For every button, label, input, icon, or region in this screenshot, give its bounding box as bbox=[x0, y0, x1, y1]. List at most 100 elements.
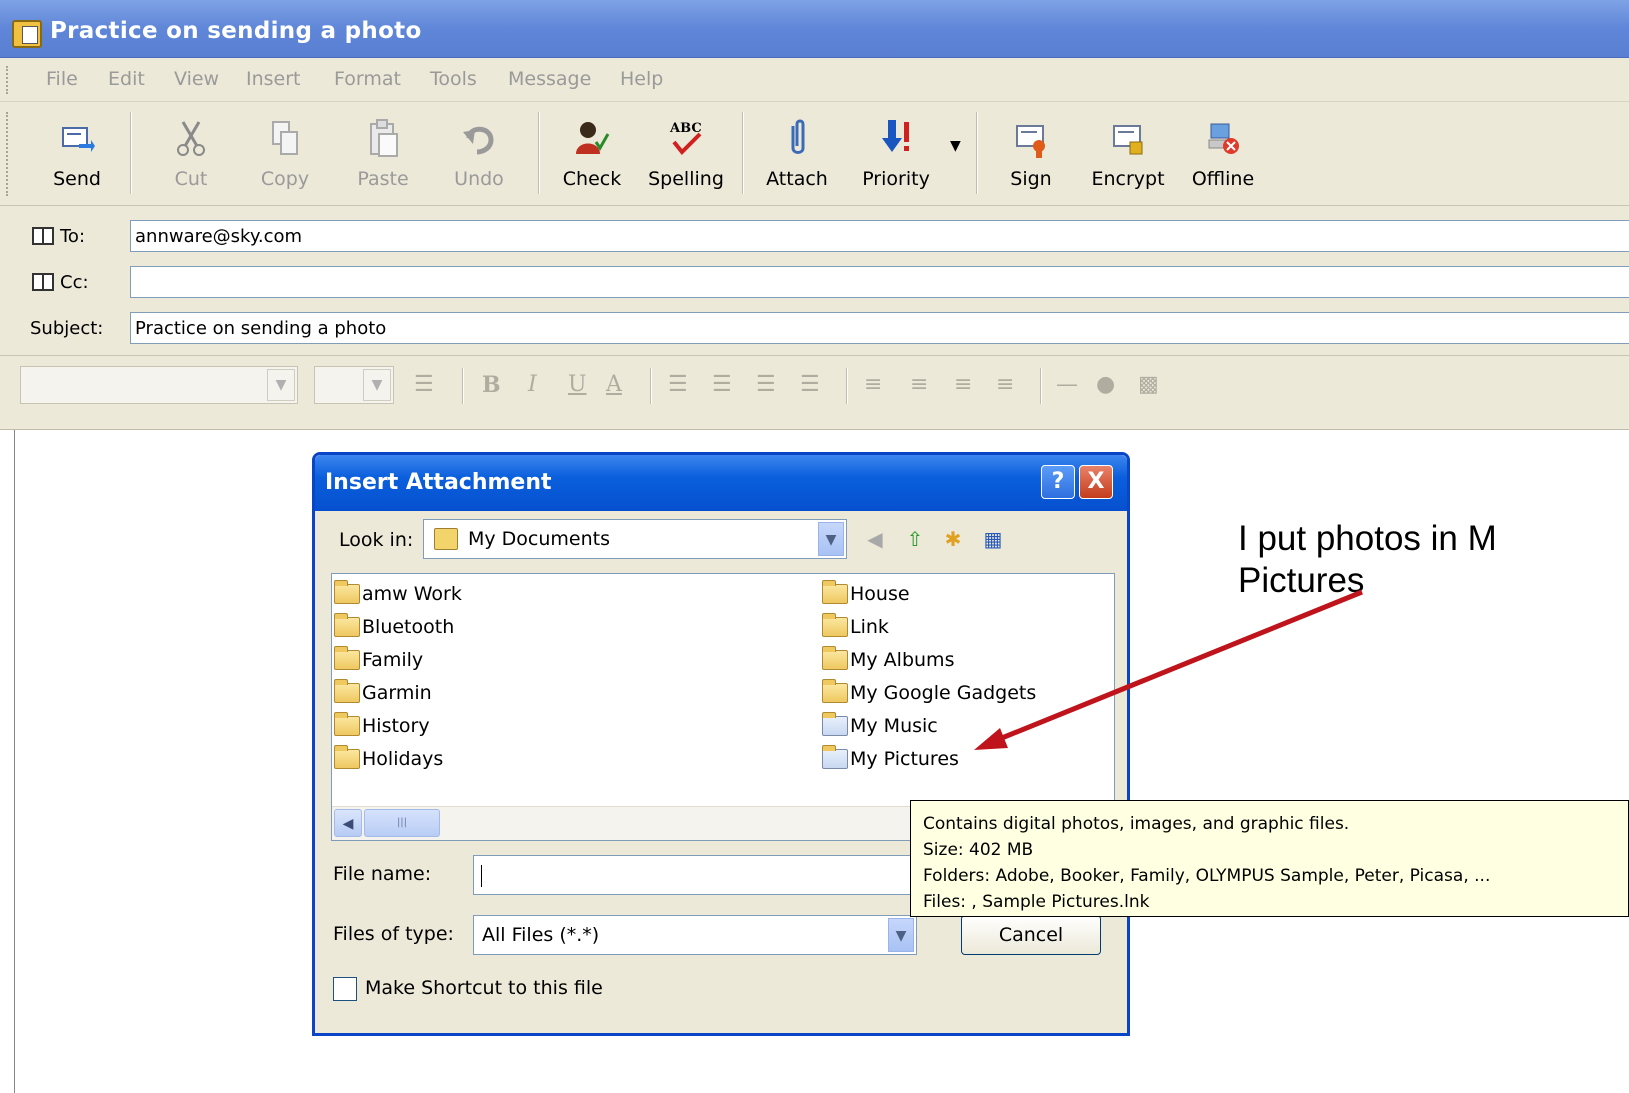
menu-bar: File Edit View Insert Format Tools Messa… bbox=[0, 58, 1629, 102]
check-button[interactable]: Check bbox=[556, 114, 628, 196]
folder-icon bbox=[434, 528, 458, 550]
make-shortcut-checkbox[interactable] bbox=[333, 977, 357, 1001]
make-shortcut-label: Make Shortcut to this file bbox=[365, 977, 603, 999]
copy-button[interactable]: Copy bbox=[250, 114, 320, 196]
list-item-label: Bluetooth bbox=[362, 616, 455, 638]
list-item[interactable]: My Music bbox=[822, 712, 938, 740]
increase-indent-icon[interactable]: ☰ bbox=[800, 372, 820, 397]
insert-attachment-dialog: Insert Attachment ? X Look in: My Docume… bbox=[312, 452, 1130, 1036]
text-cursor bbox=[481, 865, 482, 887]
folder-icon bbox=[334, 679, 360, 703]
cc-label-row[interactable]: Cc: bbox=[32, 272, 89, 293]
scrollbar-thumb[interactable]: ||| bbox=[364, 809, 440, 837]
numbered-list-icon[interactable]: ☰ bbox=[668, 372, 688, 397]
folder-icon bbox=[822, 580, 848, 604]
priority-dropdown-arrow[interactable]: ▼ bbox=[950, 138, 961, 154]
outlook-compose-window: Practice on sending a photo File Edit Vi… bbox=[0, 0, 1629, 1093]
tooltip-files: Files: , Sample Pictures.lnk bbox=[923, 892, 1150, 912]
list-item[interactable]: Family bbox=[334, 646, 423, 674]
hyperlink-icon[interactable]: ● bbox=[1096, 372, 1115, 397]
align-center-icon[interactable]: ≡ bbox=[910, 372, 928, 397]
close-button[interactable]: X bbox=[1079, 465, 1113, 499]
menu-file[interactable]: File bbox=[46, 68, 78, 90]
send-button[interactable]: Send bbox=[40, 114, 114, 196]
cancel-button[interactable]: Cancel bbox=[961, 915, 1101, 955]
underline-button[interactable]: U bbox=[568, 372, 587, 397]
list-item[interactable]: My Google Gadgets bbox=[822, 679, 1036, 707]
encrypt-button[interactable]: Encrypt bbox=[1088, 114, 1168, 196]
cut-button[interactable]: Cut bbox=[156, 114, 226, 196]
align-right-icon[interactable]: ≡ bbox=[954, 372, 972, 397]
insert-picture-icon[interactable]: ▩ bbox=[1138, 372, 1159, 397]
sign-button[interactable]: Sign bbox=[996, 114, 1066, 196]
menu-message[interactable]: Message bbox=[508, 68, 591, 90]
justify-icon[interactable]: ≡ bbox=[996, 372, 1014, 397]
list-item[interactable]: Garmin bbox=[334, 679, 432, 707]
copy-icon bbox=[272, 121, 298, 155]
list-item-label: amw Work bbox=[362, 583, 462, 605]
list-item[interactable]: Holidays bbox=[334, 745, 443, 773]
sign-icon bbox=[1016, 125, 1045, 158]
paperclip-icon bbox=[791, 119, 805, 154]
folder-icon bbox=[822, 613, 848, 637]
check-label: Check bbox=[562, 168, 622, 190]
encrypt-icon bbox=[1113, 125, 1143, 155]
list-item-label: Family bbox=[362, 649, 424, 671]
sign-label: Sign bbox=[1010, 168, 1052, 190]
view-menu-icon[interactable]: ▦ bbox=[979, 527, 1007, 553]
undo-icon bbox=[463, 126, 494, 155]
list-item-my-pictures[interactable]: My Pictures bbox=[822, 745, 959, 773]
list-item-label: My Pictures bbox=[850, 748, 959, 770]
list-item[interactable]: Bluetooth bbox=[334, 613, 454, 641]
italic-button[interactable]: I bbox=[528, 372, 537, 397]
font-color-button[interactable]: A bbox=[606, 372, 622, 397]
menu-format[interactable]: Format bbox=[334, 68, 401, 90]
spelling-label: Spelling bbox=[648, 168, 724, 190]
pictures-folder-icon bbox=[822, 745, 848, 769]
to-label-row[interactable]: To: bbox=[32, 226, 85, 247]
file-type-select[interactable]: All Files (*.*) ▼ bbox=[473, 915, 917, 955]
offline-button[interactable]: Offline bbox=[1188, 114, 1258, 196]
window-title: Practice on sending a photo bbox=[50, 18, 422, 44]
spelling-button[interactable]: ABC Spelling bbox=[646, 114, 726, 196]
annotation-line-2: Pictures bbox=[1238, 561, 1365, 600]
priority-button[interactable]: Priority bbox=[856, 114, 936, 196]
cc-field[interactable] bbox=[130, 266, 1629, 298]
look-in-select[interactable]: My Documents ▼ bbox=[423, 519, 847, 559]
bullet-list-icon[interactable]: ☰ bbox=[712, 372, 732, 397]
up-folder-icon[interactable]: ⇧ bbox=[901, 527, 929, 553]
attach-button[interactable]: Attach bbox=[760, 114, 834, 196]
horizontal-line-icon[interactable]: — bbox=[1056, 372, 1078, 397]
to-field[interactable]: annware@sky.com bbox=[130, 220, 1629, 252]
new-folder-icon[interactable]: ✱ bbox=[939, 527, 967, 553]
menu-tools[interactable]: Tools bbox=[430, 68, 477, 90]
menu-edit[interactable]: Edit bbox=[108, 68, 145, 90]
list-item[interactable]: House bbox=[822, 580, 910, 608]
chevron-down-icon: ▼ bbox=[818, 522, 844, 556]
cut-label: Cut bbox=[174, 168, 208, 190]
menu-insert[interactable]: Insert bbox=[246, 68, 301, 90]
decrease-indent-icon[interactable]: ☰ bbox=[756, 372, 776, 397]
help-button[interactable]: ? bbox=[1041, 465, 1075, 499]
align-left-icon[interactable]: ≡ bbox=[864, 372, 882, 397]
menu-help[interactable]: Help bbox=[620, 68, 663, 90]
offline-icon bbox=[1208, 123, 1239, 154]
menu-view[interactable]: View bbox=[174, 68, 219, 90]
bold-button[interactable]: B bbox=[482, 372, 501, 398]
list-item[interactable]: Link bbox=[822, 613, 889, 641]
toolbar-grip bbox=[6, 112, 10, 196]
font-name-select[interactable]: ▼ bbox=[20, 366, 298, 404]
scroll-left-icon[interactable]: ◀ bbox=[334, 809, 362, 837]
file-name-input[interactable] bbox=[473, 855, 933, 895]
list-item[interactable]: amw Work bbox=[334, 580, 462, 608]
back-icon[interactable]: ◀ bbox=[861, 527, 889, 553]
paragraph-style-icon[interactable]: ☰ bbox=[414, 372, 434, 397]
list-item[interactable]: My Albums bbox=[822, 646, 954, 674]
font-size-select[interactable]: ▼ bbox=[314, 366, 394, 404]
look-in-label: Look in: bbox=[339, 529, 414, 551]
list-item[interactable]: History bbox=[334, 712, 430, 740]
paste-button[interactable]: Paste bbox=[346, 114, 420, 196]
subject-field[interactable]: Practice on sending a photo bbox=[130, 312, 1629, 344]
undo-button[interactable]: Undo bbox=[444, 114, 514, 196]
list-item-label: My Albums bbox=[850, 649, 955, 671]
